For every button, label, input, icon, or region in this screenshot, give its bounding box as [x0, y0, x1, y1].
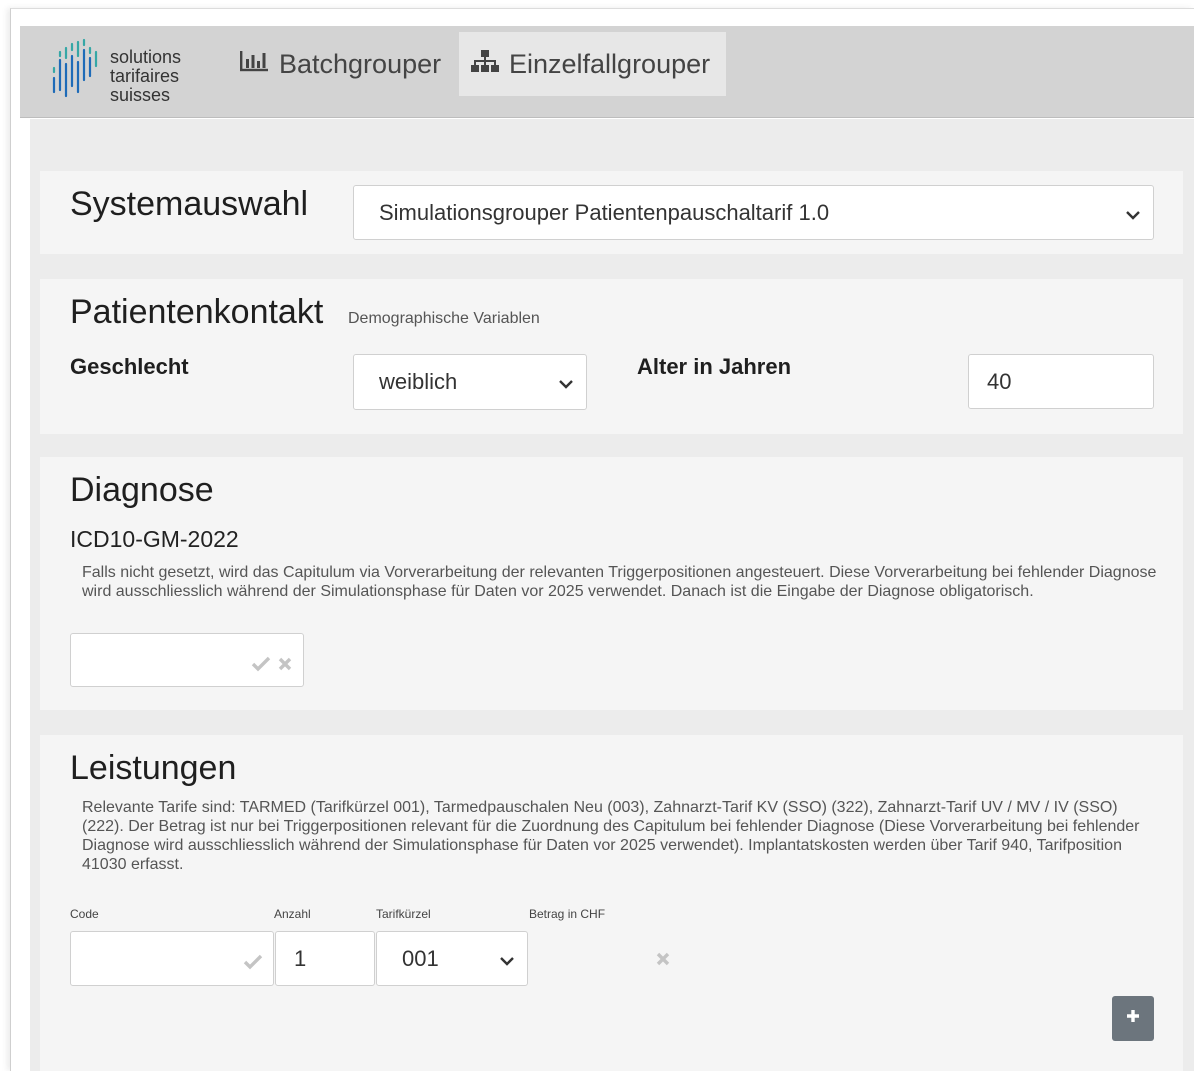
- col-anzahl-label: Anzahl: [274, 907, 311, 921]
- anzahl-input[interactable]: 1: [275, 931, 375, 986]
- patient-card: Patientenkontakt Demographische Variable…: [40, 279, 1183, 434]
- patient-subheading: Demographische Variablen: [348, 310, 540, 327]
- system-heading: Systemauswahl: [70, 185, 309, 223]
- chevron-down-icon: [1125, 200, 1141, 226]
- anzahl-input-value: 1: [294, 945, 307, 971]
- sex-select[interactable]: weiblich: [353, 354, 587, 410]
- nav-batchgrouper[interactable]: Batchgrouper: [227, 32, 453, 96]
- tarif-select[interactable]: 001: [376, 931, 528, 986]
- tarif-select-value: 001: [402, 945, 439, 971]
- system-card: Systemauswahl Simulationsgrouper Patient…: [40, 171, 1183, 254]
- diagnose-help: Falls nicht gesetzt, wird das Capitulum …: [82, 564, 1157, 600]
- chevron-down-icon: [499, 946, 515, 972]
- nav-einzelfallgrouper-label: Einzelfallgrouper: [509, 48, 711, 79]
- code-input[interactable]: [70, 931, 274, 986]
- leistungen-help: Relevante Tarife sind: TARMED (Tarifkürz…: [82, 799, 1140, 873]
- sitemap-icon: [471, 49, 499, 80]
- col-code-label: Code: [70, 907, 99, 921]
- leistungen-card: Leistungen Relevante Tarife sind: TARMED…: [40, 735, 1183, 1071]
- check-icon[interactable]: [243, 950, 263, 976]
- age-input[interactable]: 40: [968, 354, 1154, 409]
- patient-heading: Patientenkontakt: [70, 293, 324, 331]
- logo-line-3: suisses: [110, 85, 171, 105]
- top-navbar: solutions tarifaires suisses Batchgroupe…: [20, 26, 1194, 118]
- diagnose-catalog: ICD10-GM-2022: [70, 526, 239, 552]
- leistungen-heading: Leistungen: [70, 749, 237, 787]
- chevron-down-icon: [558, 369, 574, 395]
- system-select[interactable]: Simulationsgrouper Patientenpauschaltari…: [353, 185, 1154, 240]
- nav-einzelfallgrouper[interactable]: Einzelfallgrouper: [459, 32, 726, 96]
- close-icon[interactable]: [277, 652, 293, 678]
- logo-bars-icon: [52, 38, 98, 98]
- sex-label: Geschlecht: [70, 354, 189, 379]
- age-label: Alter in Jahren: [637, 354, 792, 379]
- system-select-value: Simulationsgrouper Patientenpauschaltari…: [379, 199, 830, 225]
- plus-icon: [1125, 1008, 1141, 1029]
- nav-batchgrouper-label: Batchgrouper: [279, 48, 442, 79]
- check-icon[interactable]: [251, 652, 271, 678]
- logo[interactable]: solutions tarifaires suisses: [50, 36, 200, 105]
- main-content: Systemauswahl Simulationsgrouper Patient…: [30, 119, 1194, 1071]
- age-input-value: 40: [987, 368, 1012, 394]
- bar-chart-icon: [239, 49, 269, 80]
- diagnose-input[interactable]: [70, 633, 304, 687]
- col-betrag-label: Betrag in CHF: [529, 907, 606, 921]
- sex-select-value: weiblich: [379, 369, 458, 394]
- logo-line-2: tarifaires: [110, 66, 180, 86]
- logo-line-1: solutions: [110, 47, 182, 67]
- diagnose-card: Diagnose ICD10-GM-2022 Falls nicht geset…: [40, 457, 1183, 710]
- remove-row-icon[interactable]: [655, 951, 671, 972]
- col-tarif-label: Tarifkürzel: [376, 907, 431, 921]
- logo-text: solutions tarifaires suisses: [110, 48, 181, 105]
- diagnose-heading: Diagnose: [70, 471, 214, 509]
- add-row-button[interactable]: [1112, 996, 1154, 1041]
